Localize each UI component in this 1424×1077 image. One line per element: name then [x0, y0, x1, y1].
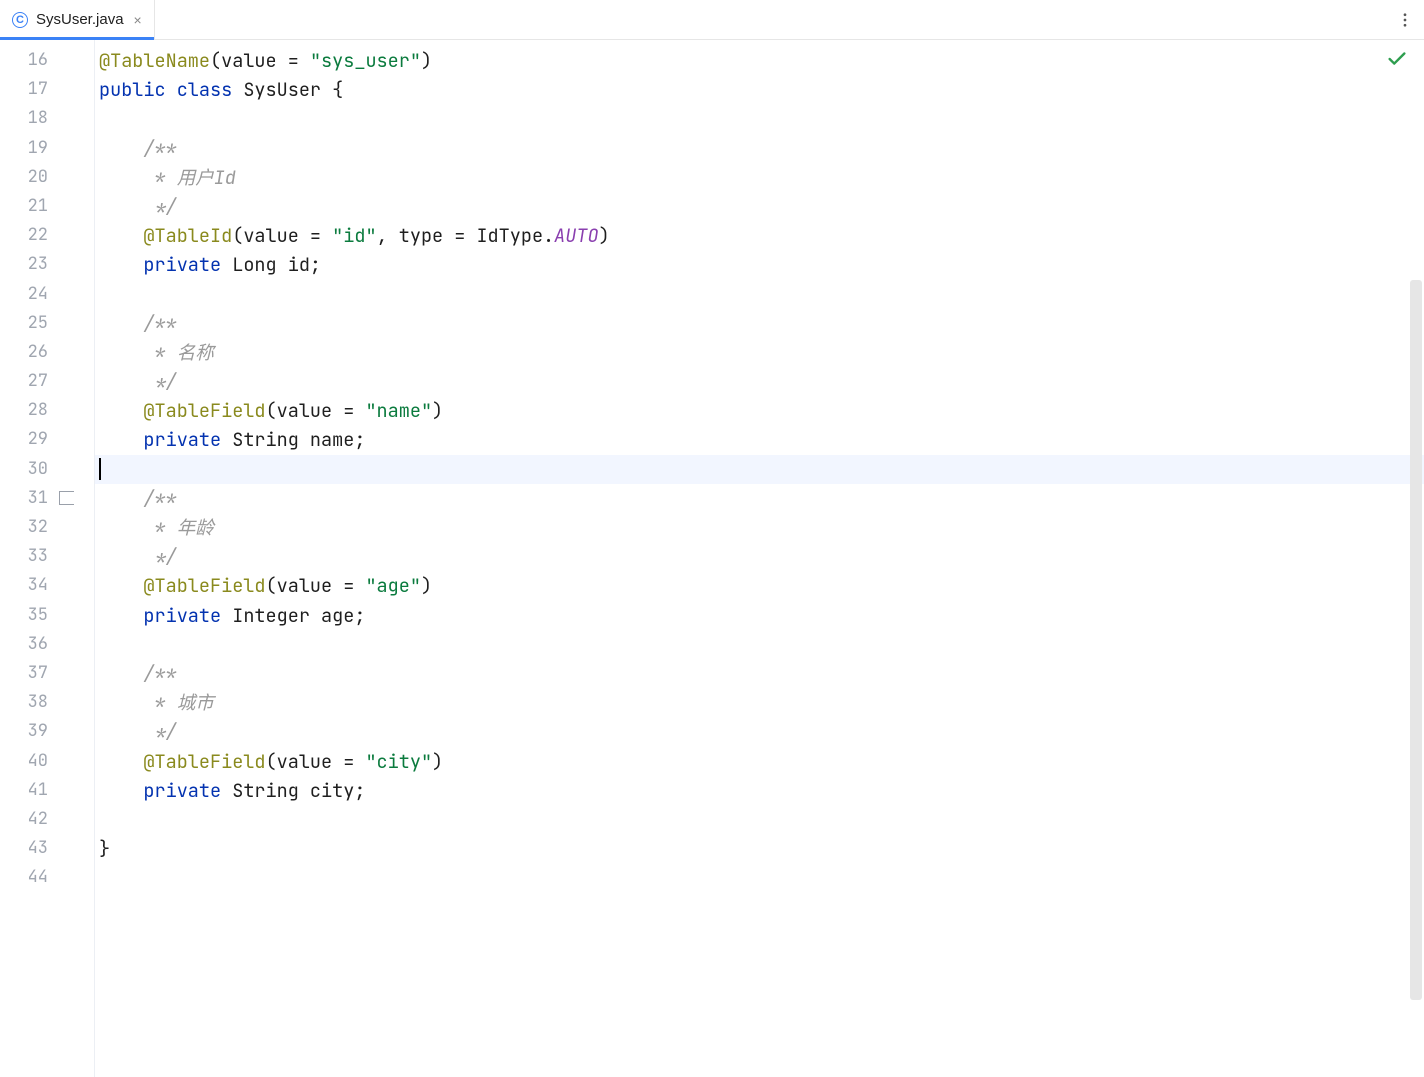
- kebab-icon: [1396, 11, 1414, 29]
- code-line[interactable]: @TableId(value = "id", type = IdType.AUT…: [95, 221, 1424, 250]
- class-file-icon: C: [12, 12, 28, 28]
- tab-overflow-menu[interactable]: [1386, 0, 1424, 39]
- line-number[interactable]: 24: [0, 280, 94, 309]
- code-line[interactable]: * 城市: [95, 688, 1424, 717]
- close-icon[interactable]: ×: [132, 12, 144, 28]
- code-line[interactable]: * 名称: [95, 338, 1424, 367]
- code-line[interactable]: */: [95, 367, 1424, 396]
- line-number[interactable]: 23: [0, 250, 94, 279]
- code-line[interactable]: }: [95, 834, 1424, 863]
- editor-tabbar: C SysUser.java ×: [0, 0, 1424, 40]
- code-line[interactable]: /**: [95, 134, 1424, 163]
- tab-filename: SysUser.java: [36, 11, 124, 28]
- line-number[interactable]: 19: [0, 134, 94, 163]
- code-line[interactable]: */: [95, 542, 1424, 571]
- code-area[interactable]: @TableName(value = "sys_user")public cla…: [95, 40, 1424, 1077]
- code-line[interactable]: [95, 805, 1424, 834]
- line-number[interactable]: 34: [0, 571, 94, 600]
- code-line[interactable]: @TableName(value = "sys_user"): [95, 46, 1424, 75]
- line-number[interactable]: 36: [0, 630, 94, 659]
- code-line[interactable]: [95, 280, 1424, 309]
- code-line[interactable]: */: [95, 192, 1424, 221]
- line-number[interactable]: 20: [0, 163, 94, 192]
- code-line[interactable]: [95, 863, 1424, 892]
- code-line[interactable]: /**: [95, 659, 1424, 688]
- line-number[interactable]: 21: [0, 192, 94, 221]
- code-line[interactable]: @TableField(value = "city"): [95, 747, 1424, 776]
- line-number[interactable]: 38: [0, 688, 94, 717]
- line-number[interactable]: 33: [0, 542, 94, 571]
- code-line[interactable]: private String city;: [95, 776, 1424, 805]
- text-caret: [99, 458, 101, 480]
- vertical-scrollbar-thumb[interactable]: [1410, 280, 1422, 1000]
- line-number[interactable]: 44: [0, 863, 94, 892]
- line-number[interactable]: 31: [0, 484, 94, 513]
- code-line[interactable]: private Long id;: [95, 250, 1424, 279]
- code-line[interactable]: /**: [95, 309, 1424, 338]
- code-line[interactable]: */: [95, 717, 1424, 746]
- code-line[interactable]: [95, 630, 1424, 659]
- line-number[interactable]: 35: [0, 601, 94, 630]
- line-number[interactable]: 25: [0, 309, 94, 338]
- code-line[interactable]: * 年龄: [95, 513, 1424, 542]
- line-number[interactable]: 16: [0, 46, 94, 75]
- line-number[interactable]: 22: [0, 221, 94, 250]
- line-number[interactable]: 30: [0, 455, 94, 484]
- line-number[interactable]: 17: [0, 75, 94, 104]
- line-number-gutter[interactable]: 1617181920212223242526272829303132333435…: [0, 40, 95, 1077]
- line-number[interactable]: 29: [0, 425, 94, 454]
- line-number[interactable]: 41: [0, 776, 94, 805]
- line-number[interactable]: 28: [0, 396, 94, 425]
- code-editor[interactable]: 1617181920212223242526272829303132333435…: [0, 40, 1424, 1077]
- line-number[interactable]: 40: [0, 747, 94, 776]
- line-number[interactable]: 43: [0, 834, 94, 863]
- line-number[interactable]: 18: [0, 104, 94, 133]
- code-line[interactable]: public class SysUser {: [95, 75, 1424, 104]
- tab-sysuser-java[interactable]: C SysUser.java ×: [0, 0, 155, 39]
- code-line[interactable]: private String name;: [95, 425, 1424, 454]
- line-number[interactable]: 42: [0, 805, 94, 834]
- code-line[interactable]: @TableField(value = "age"): [95, 571, 1424, 600]
- line-number[interactable]: 39: [0, 717, 94, 746]
- code-line[interactable]: /**: [95, 484, 1424, 513]
- code-line[interactable]: [95, 455, 1424, 484]
- code-line[interactable]: private Integer age;: [95, 601, 1424, 630]
- line-number[interactable]: 27: [0, 367, 94, 396]
- code-line[interactable]: [95, 104, 1424, 133]
- line-number[interactable]: 26: [0, 338, 94, 367]
- code-line[interactable]: * 用户Id: [95, 163, 1424, 192]
- code-line[interactable]: @TableField(value = "name"): [95, 396, 1424, 425]
- line-number[interactable]: 37: [0, 659, 94, 688]
- line-number[interactable]: 32: [0, 513, 94, 542]
